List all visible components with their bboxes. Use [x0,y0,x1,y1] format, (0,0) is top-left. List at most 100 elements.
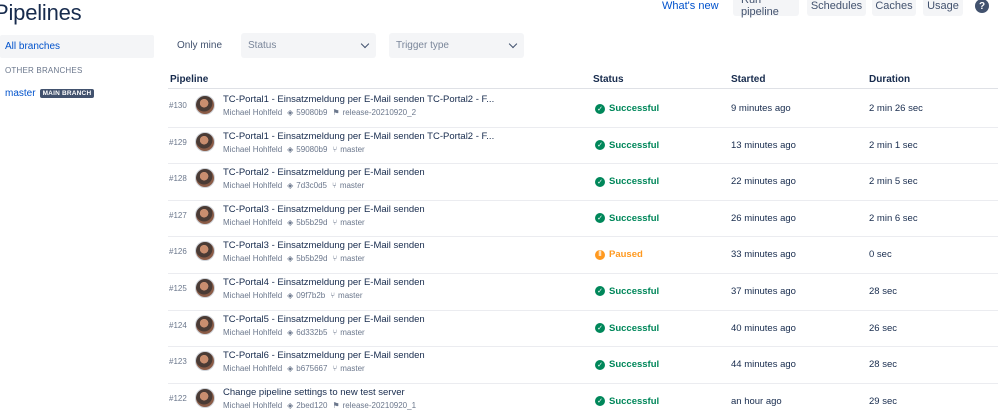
avatar [195,351,215,372]
branch-icon: ⑂ [332,364,338,374]
ref-link[interactable]: master [340,364,364,373]
commit-hash-link[interactable]: 7d3c0d5 [296,181,327,190]
table-row[interactable]: #127 TC-Portal3 - Einsatzmeldung per E-Ma… [0,201,998,238]
author-name: Michael Hohlfeld [223,364,283,374]
check-circle-icon: ✓ [595,286,605,297]
pipeline-name-link[interactable]: TC-Portal1 - Einsatzmeldung per E-Mail s… [223,94,494,105]
check-circle-icon: ✓ [595,176,605,187]
pipeline-number: #125 [169,283,187,293]
ref-link[interactable]: master [340,328,364,337]
table-row[interactable]: #128 TC-Portal2 - Einsatzmeldung per E-Ma… [0,164,998,201]
table-row[interactable]: #124 TC-Portal5 - Einsatzmeldung per E-Ma… [0,311,998,348]
sidebar-heading-other-branches: OTHER BRANCHES [5,66,83,75]
ref-link[interactable]: master [340,145,364,154]
whats-new-link[interactable]: What's new [662,0,719,12]
help-icon[interactable]: ? [975,0,989,13]
schedules-button[interactable]: Schedules [807,0,866,16]
trigger-type-filter-select[interactable]: Trigger type [389,33,524,58]
commit-icon: ◈ [287,327,294,337]
status-label: Successful [609,176,660,188]
table-row[interactable]: #125 TC-Portal4 - Einsatzmeldung per E-Ma… [0,274,998,311]
table-row[interactable]: #123 TC-Portal6 - Einsatzmeldung per E-Ma… [0,347,998,384]
table-row[interactable]: #126 TC-Portal3 - Einsatzmeldung per E-Ma… [0,237,998,274]
header-divider [168,88,998,89]
usage-button[interactable]: Usage [923,0,963,16]
started-time: 44 minutes ago [731,359,796,371]
pipeline-name-link[interactable]: TC-Portal5 - Einsatzmeldung per E-Mail s… [223,314,425,325]
author-name: Michael Hohlfeld [223,144,283,154]
caches-button[interactable]: Caches [872,0,916,16]
ref-link[interactable]: release-20210920_1 [343,401,416,410]
ref-link[interactable]: release-20210920_2 [343,108,416,117]
started-time: 22 minutes ago [731,176,796,188]
commit-hash-link[interactable]: 5b5b29d [296,218,327,227]
commit-hash-link[interactable]: 2bed120 [296,401,327,410]
table-row[interactable]: #129 TC-Portal1 - Einsatzmeldung per E-Ma… [0,128,998,165]
avatar [195,95,215,115]
branch-icon: ⑂ [330,290,336,300]
branch-icon: ⑂ [332,181,337,191]
pipeline-meta: Michael Hohlfeld ◈ 6d332b5 ⑂ master [223,328,365,337]
chevron-down-icon [360,39,370,49]
status-badge: ‖ Paused [595,249,643,260]
status-badge: ✓ Successful [595,213,659,224]
status-label: Successful [609,285,660,297]
check-circle-icon: ✓ [595,140,605,151]
pipeline-meta: Michael Hohlfeld ◈ 09f7b2b ⑂ master [223,291,362,300]
pipeline-number: #122 [169,393,187,403]
status-filter-select[interactable]: Status [241,33,376,58]
status-badge: ✓ Successful [595,396,659,407]
started-time: 26 minutes ago [731,212,796,224]
commit-icon: ◈ [287,364,294,374]
commit-hash-link[interactable]: 59080b9 [296,145,327,154]
ref-link[interactable]: master [340,218,364,227]
table-row[interactable]: #130 TC-Portal1 - Einsatzmeldung per E-Ma… [0,91,998,128]
pipeline-name-link[interactable]: TC-Portal4 - Einsatzmeldung per E-Mail s… [223,277,425,288]
avatar [195,241,215,262]
author-name: Michael Hohlfeld [223,254,283,264]
started-time: 37 minutes ago [731,285,796,297]
duration-value: 2 min 5 sec [869,176,918,188]
commit-icon: ◈ [287,108,294,117]
ref-link[interactable]: master [340,254,364,263]
pipeline-name-link[interactable]: TC-Portal2 - Einsatzmeldung per E-Mail s… [223,167,425,178]
sidebar-item-all-branches[interactable]: All branches [0,35,154,58]
check-circle-icon: ✓ [595,213,605,224]
pipeline-meta: Michael Hohlfeld ◈ 5b5b29d ⑂ master [223,218,365,227]
column-header-duration: Duration [869,74,911,85]
pipeline-number: #124 [169,320,187,330]
pipeline-name-link[interactable]: TC-Portal6 - Einsatzmeldung per E-Mail s… [223,350,425,361]
pipeline-meta: Michael Hohlfeld ◈ 7d3c0d5 ⑂ master [223,181,364,190]
pipeline-meta: Michael Hohlfeld ◈ b675667 ⑂ master [223,364,365,373]
pipeline-name-link[interactable]: Change pipeline settings to new test ser… [223,387,405,398]
commit-hash-link[interactable]: 09f7b2b [296,291,325,300]
pipeline-number: #130 [169,101,187,110]
status-label: Successful [609,212,660,224]
pipeline-table-body: #130 TC-Portal1 - Einsatzmeldung per E-Ma… [0,91,998,416]
commit-hash-link[interactable]: 59080b9 [296,108,327,117]
status-badge: ✓ Successful [595,176,659,187]
status-badge: ✓ Successful [595,286,659,297]
commit-hash-link[interactable]: 5b5b29d [296,254,327,263]
ref-link[interactable]: master [338,291,362,300]
only-mine-filter[interactable]: Only mine [177,40,222,51]
author-name: Michael Hohlfeld [223,108,283,117]
pipeline-name-link[interactable]: TC-Portal3 - Einsatzmeldung per E-Mail s… [223,240,425,251]
avatar [195,168,215,189]
commit-hash-link[interactable]: 6d332b5 [296,328,327,337]
run-pipeline-button[interactable]: Run pipeline [733,0,799,18]
commit-hash-link[interactable]: b675667 [296,364,327,373]
table-row[interactable]: #122 Change pipeline settings to new test… [0,384,998,416]
ref-link[interactable]: master [340,181,364,190]
tag-icon: ⚑ [332,108,340,117]
column-header-pipeline: Pipeline [170,74,209,85]
duration-value: 28 sec [869,285,897,297]
status-badge: ✓ Successful [595,359,659,370]
duration-value: 2 min 26 sec [869,103,923,114]
pipeline-name-link[interactable]: TC-Portal3 - Einsatzmeldung per E-Mail s… [223,204,425,215]
pipeline-number: #127 [169,210,187,220]
avatar [195,131,215,152]
pipeline-name-link[interactable]: TC-Portal1 - Einsatzmeldung per E-Mail s… [223,131,494,142]
author-name: Michael Hohlfeld [223,327,283,337]
commit-icon: ◈ [287,217,294,227]
